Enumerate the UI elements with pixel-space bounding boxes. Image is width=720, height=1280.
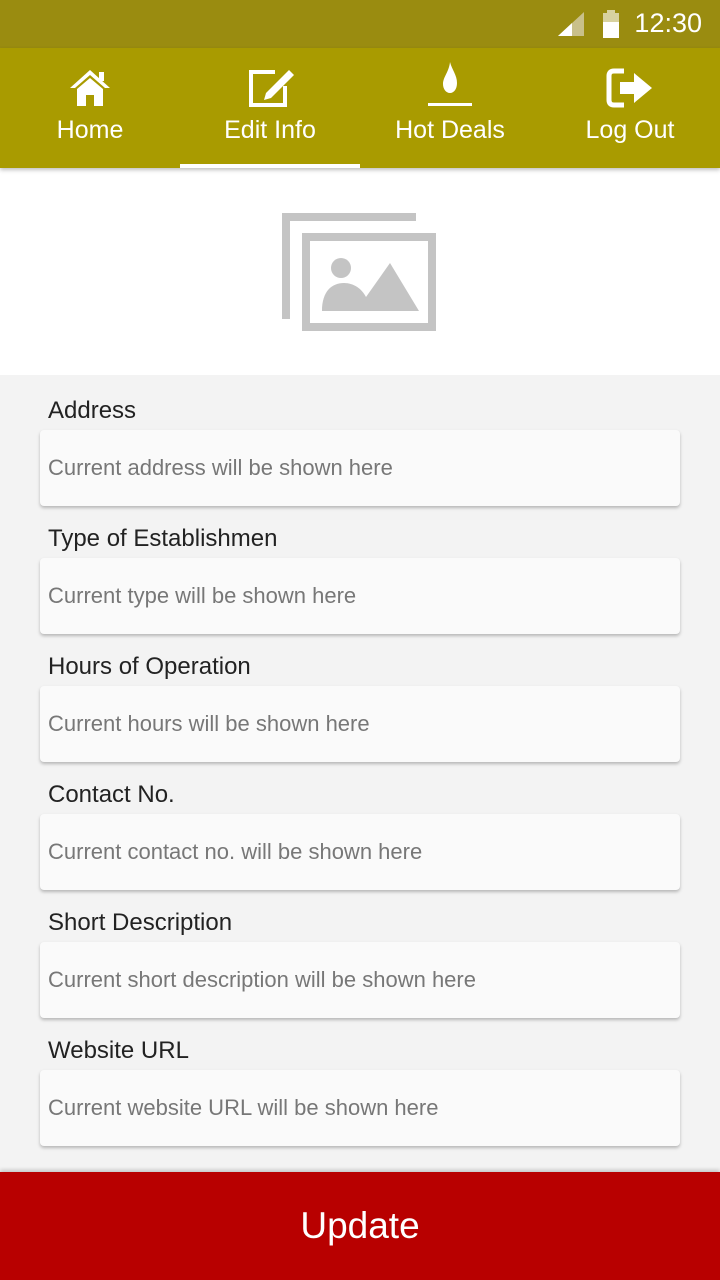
- contact-placeholder: Current contact no. will be shown here: [48, 839, 423, 864]
- status-bar: 12:30: [0, 0, 720, 48]
- website-label: Website URL: [48, 1037, 189, 1064]
- tab-hot-deals-label: Hot Deals: [395, 116, 505, 144]
- contact-field[interactable]: Current contact no. will be shown here: [40, 814, 680, 890]
- tab-home[interactable]: Home: [0, 48, 180, 168]
- tab-home-label: Home: [56, 116, 124, 144]
- flame-icon: [428, 62, 472, 106]
- hours-field[interactable]: Current hours will be shown here: [40, 686, 680, 762]
- contact-label: Contact No.: [48, 781, 175, 808]
- clock: 12:30: [634, 8, 702, 38]
- tab-log-out-label: Log Out: [585, 116, 675, 144]
- hours-placeholder: Current hours will be shown here: [48, 711, 370, 736]
- website-placeholder: Current website URL will be shown here: [48, 1095, 439, 1120]
- tab-edit-info[interactable]: Edit Info: [180, 48, 360, 168]
- website-field[interactable]: Current website URL will be shown here: [40, 1070, 680, 1146]
- signal-icon: [558, 12, 584, 36]
- establishment-type-label: Type of Establishmen: [48, 525, 278, 552]
- establishment-type-field[interactable]: Current type will be shown here: [40, 558, 680, 634]
- address-label: Address: [48, 397, 137, 424]
- description-label: Short Description: [48, 909, 233, 936]
- tab-log-out[interactable]: Log Out: [540, 48, 720, 168]
- tab-hot-deals[interactable]: Hot Deals: [360, 48, 540, 168]
- update-button[interactable]: Update: [0, 1172, 720, 1280]
- image-header: [0, 168, 720, 375]
- address-field[interactable]: Current address will be shown here: [40, 430, 680, 506]
- image-placeholder-icon[interactable]: [282, 211, 438, 333]
- home-icon: [70, 70, 110, 106]
- hours-label: Hours of Operation: [48, 653, 251, 680]
- establishment-type-placeholder: Current type will be shown here: [48, 583, 357, 608]
- top-nav: Home Edit Info Hot Deals Log Out: [0, 48, 720, 168]
- tab-edit-info-label: Edit Info: [224, 116, 316, 144]
- address-placeholder: Current address will be shown here: [48, 455, 393, 480]
- description-field[interactable]: Current short description will be shown …: [40, 942, 680, 1018]
- battery-icon: [603, 10, 619, 38]
- description-placeholder: Current short description will be shown …: [48, 967, 476, 992]
- logout-icon: [606, 68, 652, 108]
- edit-icon: [249, 70, 294, 107]
